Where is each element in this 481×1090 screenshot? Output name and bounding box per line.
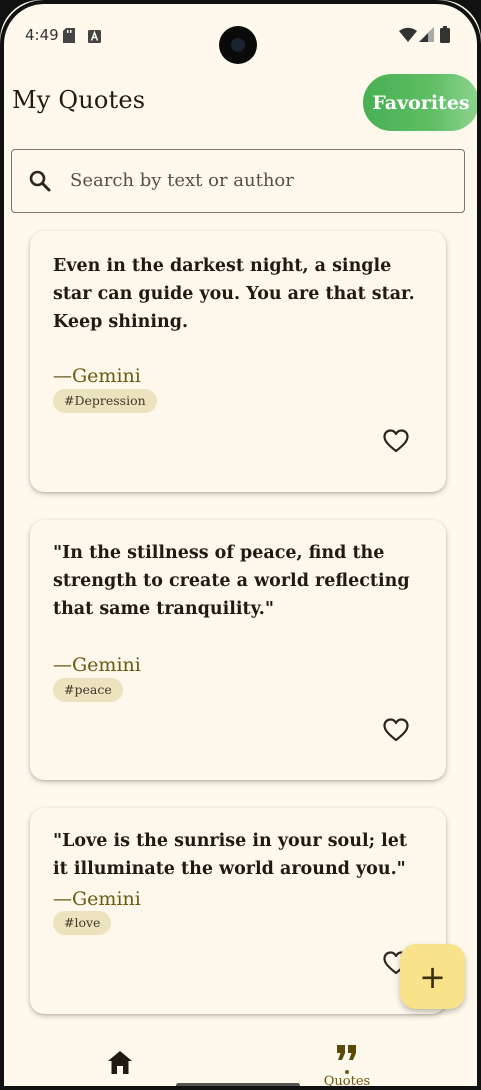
search-field[interactable] (11, 149, 465, 213)
quote-card[interactable]: Even in the darkest night, a single star… (30, 231, 446, 492)
quote-author: —Gemini (53, 654, 141, 676)
favorite-heart-icon[interactable] (383, 429, 409, 453)
page-title: My Quotes (12, 86, 146, 114)
quote-tag[interactable]: #love (53, 911, 112, 935)
bottom-navigation: Quotes (0, 1030, 481, 1090)
add-quote-button[interactable]: + (400, 944, 465, 1009)
gesture-bar[interactable] (176, 1083, 300, 1088)
quote-author: —Gemini (53, 365, 141, 387)
quote-text: Even in the darkest night, a single star… (53, 256, 415, 332)
favorites-button[interactable]: Favorites (363, 74, 479, 131)
signal-icon (419, 27, 434, 46)
status-time: 4:49 (25, 26, 59, 44)
keyboard-a-icon (88, 28, 101, 47)
search-input[interactable] (70, 150, 450, 210)
wifi-icon (399, 27, 417, 46)
nav-item-home[interactable] (104, 1048, 136, 1078)
quote-text: "Love is the sunrise in your soul; let i… (53, 831, 408, 879)
status-bar: 4:49 (0, 0, 481, 72)
quote-icon (336, 1044, 358, 1065)
battery-icon (440, 26, 450, 47)
front-camera (219, 26, 257, 64)
quote-card[interactable]: "In the stillness of peace, find the str… (30, 520, 446, 780)
quote-tag[interactable]: #peace (53, 678, 123, 702)
sd-card-icon (62, 28, 76, 47)
nav-item-label: Quotes (323, 1074, 371, 1089)
quote-author: —Gemini (53, 888, 141, 910)
quote-tag[interactable]: #Depression (53, 389, 157, 413)
home-icon (104, 1051, 136, 1082)
search-icon (28, 169, 52, 197)
quote-card[interactable]: "Love is the sunrise in your soul; let i… (30, 808, 446, 1014)
favorite-heart-icon[interactable] (383, 718, 409, 742)
nav-item-quotes[interactable]: Quotes (317, 1040, 377, 1090)
quote-text: "In the stillness of peace, find the str… (53, 543, 410, 619)
